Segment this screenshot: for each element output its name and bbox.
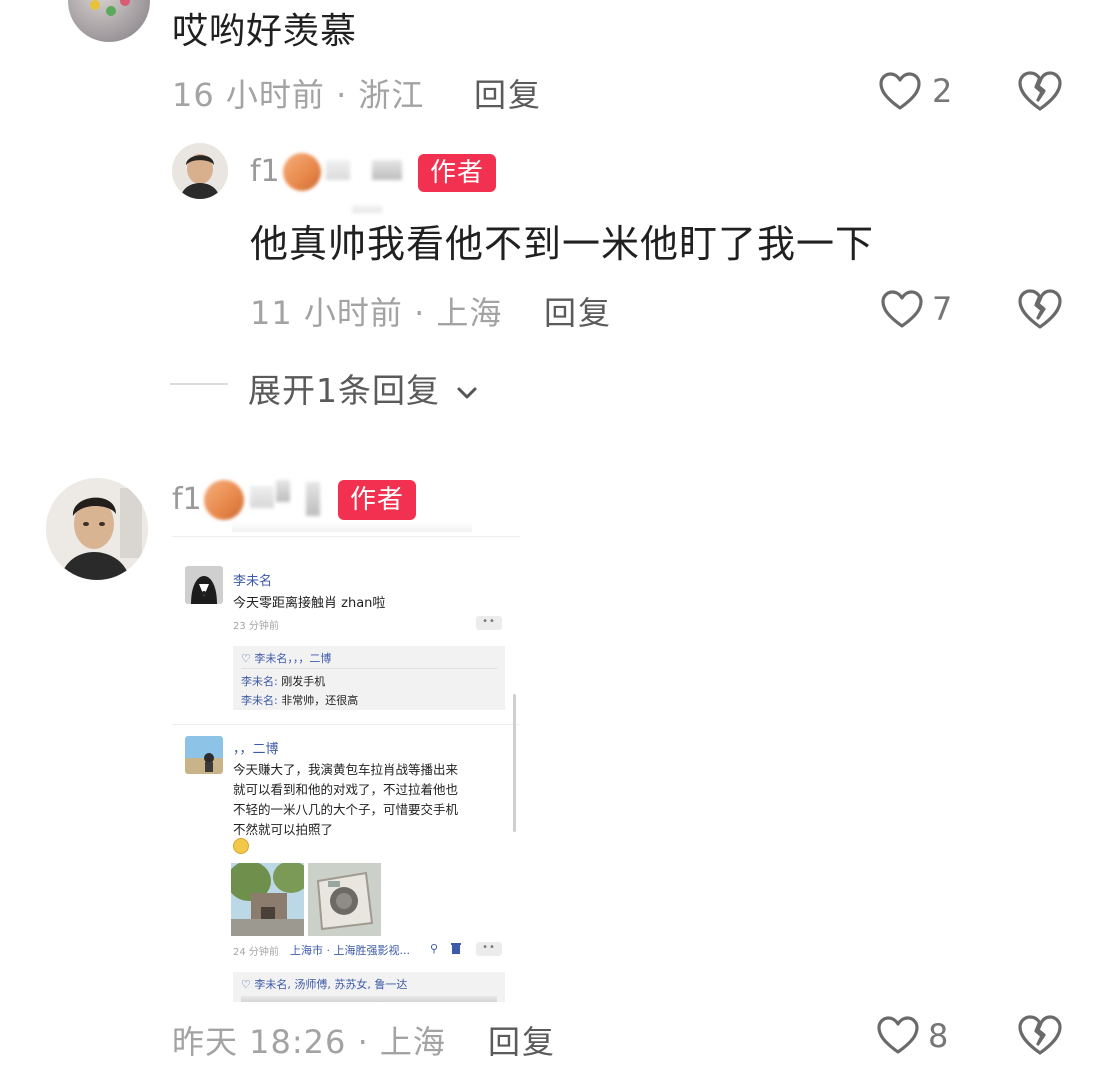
likes-names: 李未名，，，二博	[254, 652, 332, 665]
author-name[interactable]: f1	[172, 482, 202, 517]
emoji-basketball-icon	[283, 153, 321, 191]
person-icon: ⚲	[430, 942, 439, 955]
avatar[interactable]	[68, 0, 150, 42]
comment-meta: 16 小时前 · 浙江	[172, 76, 425, 114]
photo-thumbnail	[308, 863, 381, 936]
reply-button[interactable]: 回复	[474, 70, 542, 116]
emoji-icon	[233, 838, 249, 854]
photo-thumbnail	[231, 863, 304, 936]
attached-screenshot[interactable]: 李未名 今天零距离接触肖 zhan啦 23 分钟前 •• ♡ 李未名，，，二博 …	[172, 522, 520, 1002]
expand-replies-label: 展开1条回复	[248, 371, 440, 410]
blurred-name	[372, 160, 402, 180]
author-badge: 作者	[418, 154, 497, 192]
dislike-icon[interactable]	[1017, 288, 1063, 330]
emoji-basketball-icon	[204, 480, 244, 520]
interaction-box: ♡ 李未名，，，二博 李未名: 刚发手机 李未名: 非常帅，还很高	[233, 646, 505, 710]
dislike-icon[interactable]	[1017, 70, 1063, 112]
likes-line: ♡ 李未名, 汤师傅, 苏苏女, 鲁一达	[241, 976, 407, 992]
author-badge: 作者	[338, 480, 417, 520]
blurred-name	[250, 486, 274, 508]
post-location: 上海市 · 上海胜强影视...	[290, 944, 410, 957]
like-count: 7	[932, 290, 953, 328]
post-time: 23 分钟前	[233, 621, 279, 632]
reply-button[interactable]: 回复	[488, 1017, 556, 1063]
like-count: 8	[928, 1017, 949, 1055]
post-username: ，，二博	[233, 742, 279, 757]
heart-icon[interactable]	[878, 71, 922, 111]
blurred-name	[326, 160, 350, 180]
heart-icon: ♡	[241, 652, 251, 665]
reply-button[interactable]: 回复	[544, 288, 612, 334]
author-name[interactable]: f1	[250, 154, 280, 189]
clipped-row	[241, 996, 497, 1002]
chevron-down-icon	[457, 387, 476, 398]
more-icon: ••	[476, 942, 502, 956]
interaction-box: ♡ 李未名, 汤师傅, 苏苏女, 鲁一达	[233, 972, 505, 1002]
post-text: 今天零距离接触肖 zhan啦	[233, 596, 386, 611]
post-text-line: 就可以看到和他的对戏了，不过拉着他也	[233, 782, 459, 797]
reply-text: 刚发手机	[281, 675, 326, 688]
dislike-icon[interactable]	[1017, 1014, 1063, 1056]
expand-replies-button[interactable]: 展开1条回复	[248, 364, 478, 412]
post-text-line: 不轻的一米八几的大个子，可惜要交手机	[233, 802, 459, 817]
avatar[interactable]	[46, 478, 148, 580]
like-count: 2	[932, 72, 953, 110]
blurred-name	[352, 205, 382, 213]
post-text-line: 不然就可以拍照了	[233, 822, 334, 837]
reply-text: 非常帅，还很高	[281, 694, 359, 707]
post-username: 李未名	[233, 574, 273, 589]
post-text: 今天赚大了，我演黄包车拉肖战等播出来 就可以看到和他的对戏了，不过拉着他也 不轻…	[233, 760, 458, 840]
clipped-row	[232, 522, 472, 532]
divider	[241, 668, 497, 669]
reply-line: 李未名: 刚发手机	[241, 673, 325, 689]
divider	[172, 724, 520, 725]
reply-user: 李未名:	[241, 675, 278, 688]
comment-meta: 昨天 18:26 · 上海	[172, 1023, 446, 1061]
more-icon: ••	[476, 616, 502, 630]
likes-names: 李未名, 汤师傅, 苏苏女, 鲁一达	[254, 978, 408, 991]
trash-icon	[451, 943, 461, 954]
comment-meta: 11 小时前 · 上海	[250, 294, 503, 332]
reply-line: 李未名: 非常帅，还很高	[241, 692, 358, 708]
heart-icon[interactable]	[880, 289, 924, 329]
avatar[interactable]	[172, 143, 228, 199]
avatar	[185, 736, 223, 774]
likes-line: ♡ 李未名，，，二博	[241, 650, 331, 666]
comment-text: 哎哟好羡慕	[172, 11, 358, 52]
post-text-line: 今天赚大了，我演黄包车拉肖战等播出来	[233, 762, 459, 777]
blurred-name	[306, 482, 320, 516]
post-time: 24 分钟前	[233, 947, 279, 958]
scrollbar	[513, 694, 516, 832]
reply-user: 李未名:	[241, 694, 278, 707]
avatar	[185, 566, 223, 604]
blurred-name	[276, 480, 290, 502]
comment-text: 他真帅我看他不到一米他盯了我一下	[250, 222, 875, 266]
heart-icon[interactable]	[876, 1015, 920, 1055]
divider	[172, 536, 520, 537]
heart-icon: ♡	[241, 978, 251, 991]
divider	[170, 383, 228, 385]
